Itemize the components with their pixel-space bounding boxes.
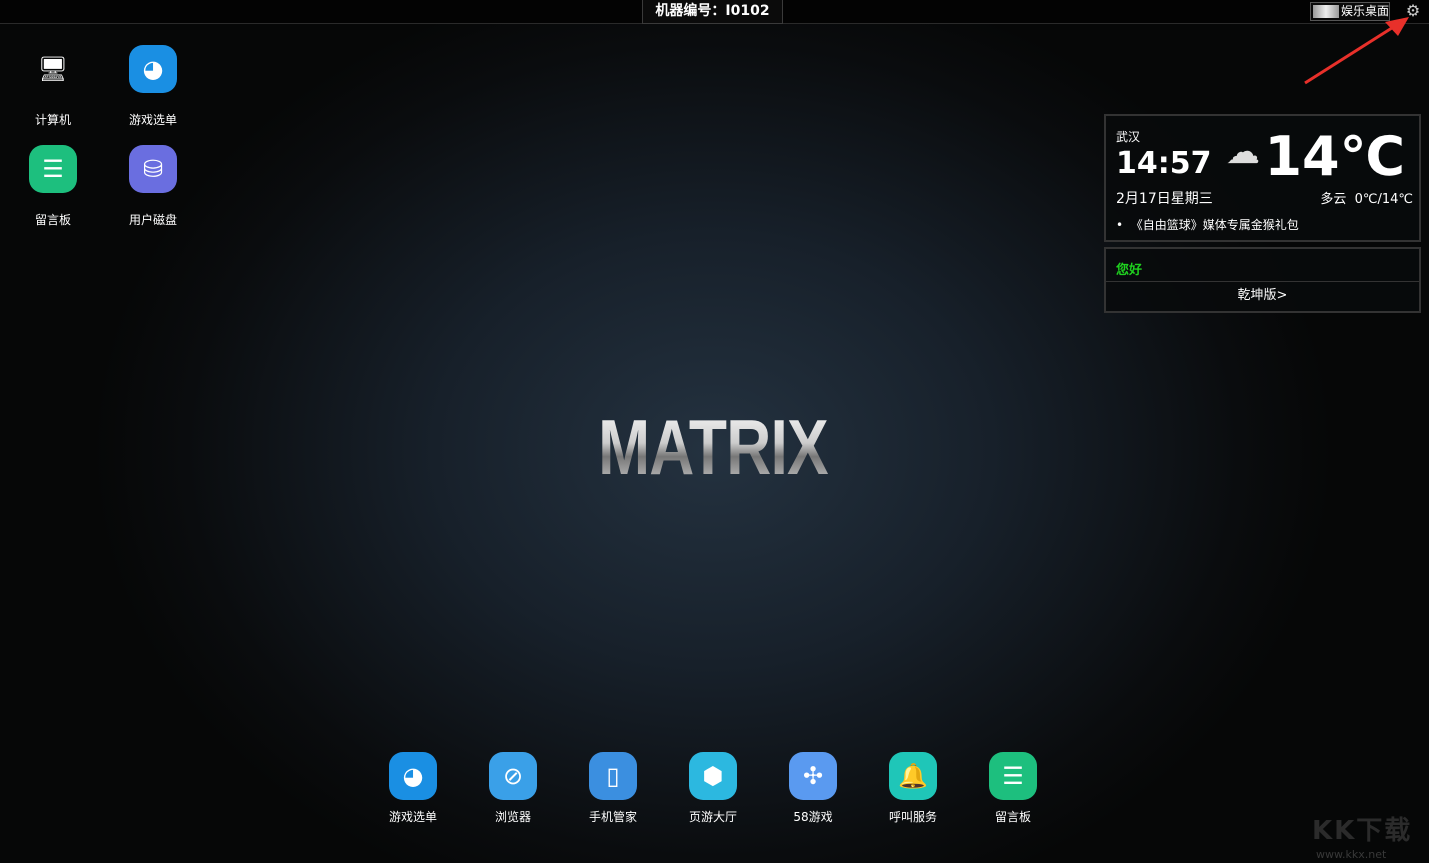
watermark-url: www.kkx.net bbox=[1316, 848, 1387, 861]
icon-label: 用户磁盘 bbox=[128, 213, 177, 227]
temperature: 14℃ bbox=[1264, 125, 1405, 188]
dock-label: 58游戏 bbox=[793, 810, 833, 824]
icon-label: 留言板 bbox=[34, 213, 71, 227]
machine-number: 机器编号：I0102 bbox=[642, 0, 783, 24]
entertainment-desktop-button[interactable]: 娱乐桌面 bbox=[1310, 2, 1390, 21]
dock-label: 游戏选单 bbox=[388, 810, 437, 824]
condition: 多云 0℃/14℃ bbox=[1320, 192, 1413, 207]
matrix-logo: MATRIX bbox=[591, 402, 836, 493]
whale-icon: ◕ bbox=[389, 752, 437, 800]
dock-label: 呼叫服务 bbox=[888, 810, 937, 824]
dock-item-1[interactable]: ⊘ 浏览器 bbox=[478, 752, 548, 825]
game58-icon: ✣ bbox=[789, 752, 837, 800]
version-link[interactable]: 乾坤版> bbox=[1106, 281, 1419, 310]
dock-label: 手机管家 bbox=[588, 810, 637, 824]
gear-icon[interactable]: ⚙ bbox=[1404, 2, 1422, 20]
whale-icon: ◕ bbox=[129, 45, 177, 93]
dock-item-4[interactable]: ✣ 58游戏 bbox=[778, 752, 848, 825]
greeting-text: 您好 bbox=[1116, 263, 1143, 278]
icon-label: 游戏选单 bbox=[128, 113, 177, 127]
mode-label: 娱乐桌面 bbox=[1341, 4, 1390, 18]
dock-item-6[interactable]: ☰ 留言板 bbox=[978, 752, 1048, 825]
desktop-icon-3[interactable]: ⛁ 用户磁盘 bbox=[118, 145, 188, 228]
notepad-icon: ☰ bbox=[989, 752, 1037, 800]
dock-item-3[interactable]: ⬢ 页游大厅 bbox=[678, 752, 748, 825]
clock-time: 14:57 bbox=[1116, 146, 1212, 181]
cloudy-icon: ☁ bbox=[1226, 132, 1260, 172]
phone-icon: ▯ bbox=[589, 752, 637, 800]
notepad-icon: ☰ bbox=[29, 145, 77, 193]
dock-item-2[interactable]: ▯ 手机管家 bbox=[578, 752, 648, 825]
toggle-icon bbox=[1313, 5, 1339, 18]
dock-label: 页游大厅 bbox=[688, 810, 737, 824]
top-bar: 机器编号：I0102 娱乐桌面 ⚙ bbox=[0, 0, 1429, 24]
cube-icon: ⬢ bbox=[689, 752, 737, 800]
dock-label: 留言板 bbox=[994, 810, 1031, 824]
date: 2月17日星期三 bbox=[1116, 191, 1213, 207]
desktop-icon-1[interactable]: ◕ 游戏选单 bbox=[118, 45, 188, 128]
bell-icon: 🔔 bbox=[889, 752, 937, 800]
weather-widget: 武汉 14:57 2月17日星期三 ☁ 14℃ 多云 0℃/14℃ • 《自由篮… bbox=[1104, 114, 1421, 242]
dock-item-0[interactable]: ◕ 游戏选单 bbox=[378, 752, 448, 825]
dock-item-5[interactable]: 🔔 呼叫服务 bbox=[878, 752, 948, 825]
browser-icon: ⊘ bbox=[489, 752, 537, 800]
computer-icon: 🖥 bbox=[37, 55, 69, 83]
disk-icon: ⛁ bbox=[129, 145, 177, 193]
desktop-icon-2[interactable]: ☰ 留言板 bbox=[18, 145, 88, 228]
city: 武汉 bbox=[1116, 130, 1141, 144]
icon-label: 计算机 bbox=[34, 113, 71, 127]
news-link[interactable]: • 《自由篮球》媒体专属金猴礼包 bbox=[1116, 216, 1299, 233]
watermark: KK下载 bbox=[1312, 816, 1413, 846]
dock-label: 浏览器 bbox=[494, 810, 531, 824]
greeting-panel: 您好 乾坤版> bbox=[1104, 247, 1421, 313]
desktop-icon-0[interactable]: 🖥 计算机 bbox=[18, 45, 88, 128]
